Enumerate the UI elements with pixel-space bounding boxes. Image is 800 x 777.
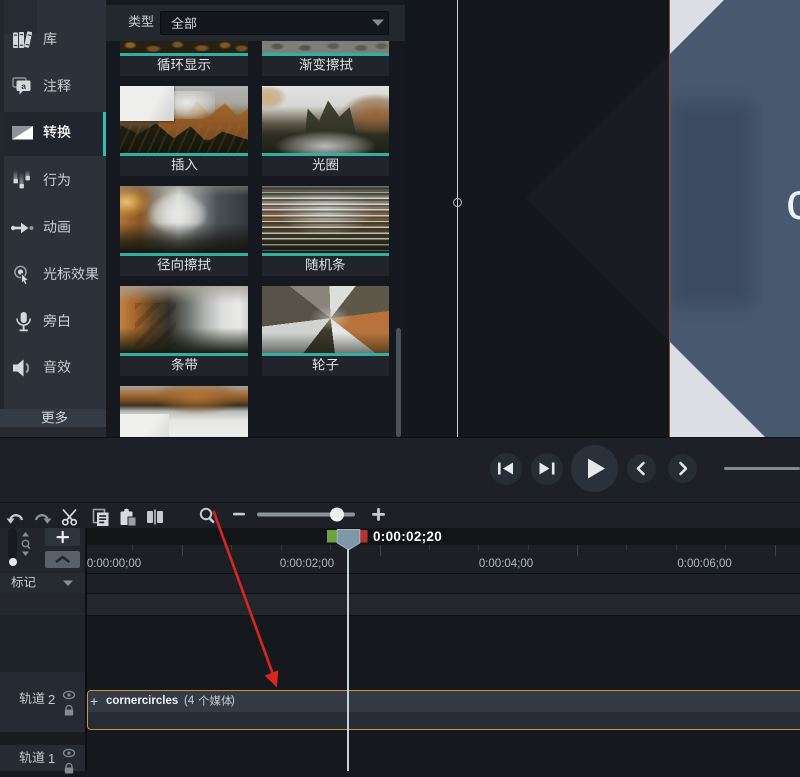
svg-text:a: a [21, 81, 26, 91]
